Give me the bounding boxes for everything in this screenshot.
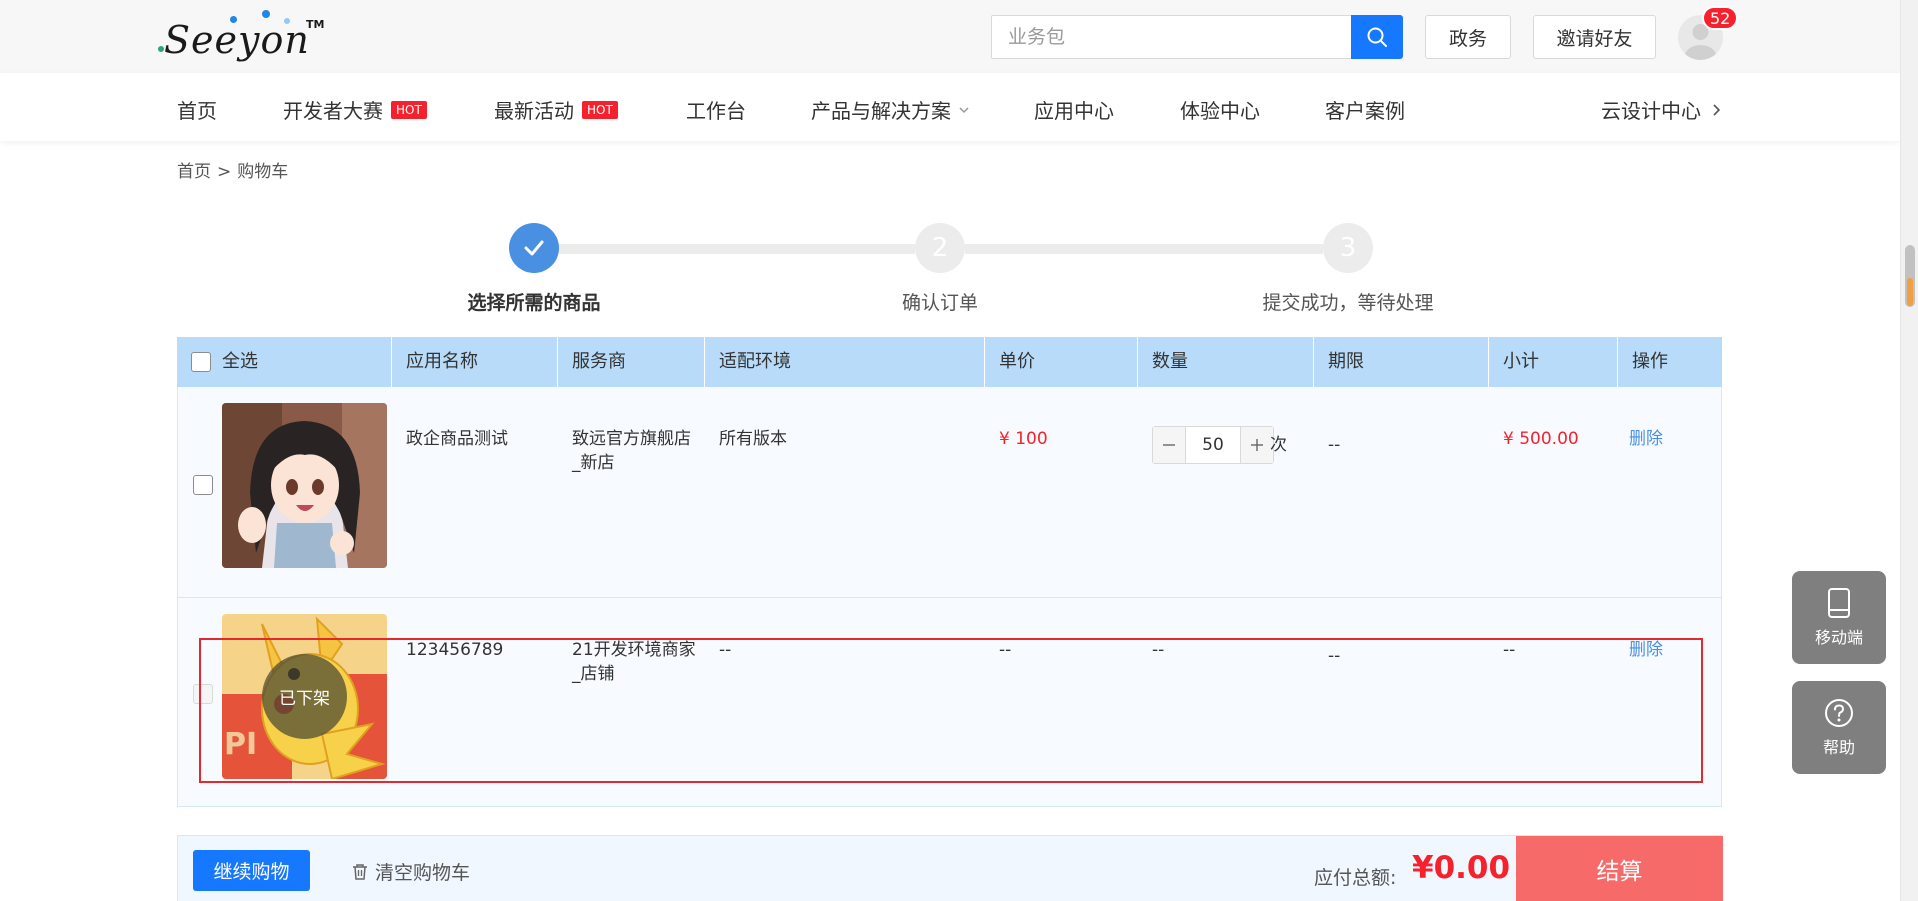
select-all[interactable]: 全选 (191, 337, 391, 387)
column-app-name: 应用名称 (391, 337, 557, 387)
nav-item-customer-cases[interactable]: 客户案例 (1325, 95, 1405, 124)
total-label: 应付总额: (1314, 867, 1397, 889)
minus-icon (1163, 444, 1175, 446)
delete-link[interactable]: 删除 (1629, 427, 1663, 451)
nav-item-app-center[interactable]: 应用中心 (1034, 95, 1114, 124)
step-1-label: 选择所需的商品 (467, 292, 601, 314)
hot-tag: HOT (582, 100, 618, 119)
subtotal-value: ¥ 500.00 (1503, 429, 1579, 449)
question-icon (1825, 698, 1853, 727)
gov-button[interactable]: 政务 (1425, 15, 1511, 59)
clear-cart-button[interactable]: 清空购物车 (351, 858, 470, 885)
nav-item-experience-center[interactable]: 体验中心 (1180, 95, 1260, 124)
column-action: 操作 (1617, 337, 1722, 387)
search-button[interactable] (1351, 15, 1403, 59)
step-connector (965, 244, 1323, 254)
step-connector (558, 244, 915, 254)
nav-item-latest-events[interactable]: 最新活动 HOT (494, 95, 618, 124)
cart-table-header: 全选 应用名称 服务商 适配环境 单价 数量 期限 小计 操作 (177, 337, 1722, 387)
step-1-done (509, 223, 559, 273)
select-all-label: 全选 (222, 351, 258, 372)
quantity-stepper: 50 (1152, 426, 1274, 464)
search-input[interactable] (992, 16, 1352, 58)
column-env: 适配环境 (704, 337, 984, 387)
top-header: Seeyon TM 政务 邀请好友 52 (0, 0, 1900, 73)
cart-footer-bar: 继续购物 清空购物车 应付总额: ¥0.00 结算 (177, 835, 1723, 901)
logo-trademark: TM (306, 18, 325, 31)
column-quantity: 数量 (1137, 337, 1313, 387)
term-value: -- (1328, 435, 1341, 455)
mobile-button[interactable]: 移动端 (1792, 571, 1886, 664)
nav-item-dev-contest[interactable]: 开发者大赛 HOT (283, 95, 427, 124)
logo-text: Seeyon (164, 18, 310, 62)
tablet-icon (1828, 587, 1850, 618)
product-thumbnail[interactable] (222, 403, 387, 568)
checkout-button[interactable]: 结算 (1516, 836, 1723, 901)
column-price: 单价 (984, 337, 1137, 387)
chevron-down-icon (959, 106, 969, 113)
help-button[interactable]: 帮助 (1792, 681, 1886, 774)
highlight-box (199, 638, 1703, 783)
hot-tag: HOT (391, 100, 427, 119)
product-name[interactable]: 政企商品测试 (406, 427, 508, 451)
notification-badge: 52 (1702, 6, 1739, 30)
search-field[interactable] (991, 15, 1353, 59)
trash-icon (353, 863, 367, 880)
chevron-right-icon (1713, 103, 1721, 116)
breadcrumb-home[interactable]: 首页 (177, 162, 211, 182)
logo-dot-icon (262, 10, 270, 18)
breadcrumb: 首页 > 购物车 (177, 157, 294, 182)
check-icon (524, 240, 544, 256)
env-value: 所有版本 (719, 429, 787, 449)
select-all-checkbox[interactable] (191, 352, 211, 372)
plus-icon (1251, 439, 1263, 451)
nav-item-home[interactable]: 首页 (177, 95, 217, 124)
nav-item-workbench[interactable]: 工作台 (686, 95, 746, 124)
vendor-name[interactable]: 致远官方旗舰店 _新店 (572, 427, 691, 475)
step-3-label: 提交成功，等待处理 (1262, 292, 1434, 314)
seeyon-logo[interactable]: Seeyon TM (158, 10, 328, 62)
breadcrumb-separator: > (217, 162, 232, 182)
decrement-button[interactable] (1153, 427, 1185, 463)
column-term: 期限 (1313, 337, 1488, 387)
table-row: 政企商品测试 致远官方旗舰店 _新店 所有版本 ¥ 100 50 次 -- ¥ … (178, 387, 1721, 597)
scroll-marker (1907, 278, 1913, 306)
step-2: 2 (915, 223, 965, 273)
nav-item-cloud-design[interactable]: 云设计中心 (1601, 95, 1723, 124)
anime-girl-image-icon (222, 403, 387, 568)
row-checkbox[interactable] (193, 475, 213, 495)
page-scrollbar[interactable] (1900, 0, 1918, 901)
breadcrumb-current: 购物车 (237, 162, 289, 182)
search-icon (1367, 27, 1387, 47)
step-2-label: 确认订单 (901, 292, 978, 314)
quantity-value[interactable]: 50 (1185, 427, 1241, 463)
step-3: 3 (1323, 223, 1373, 273)
unit-price: ¥ 100 (999, 429, 1048, 449)
invite-friends-button[interactable]: 邀请好友 (1533, 15, 1656, 59)
main-nav: 首页 开发者大赛 HOT 最新活动 HOT 工作台 产品与解决方案 应用中心 体验中… (0, 73, 1900, 141)
increment-button[interactable] (1241, 427, 1273, 463)
nav-item-products[interactable]: 产品与解决方案 (811, 95, 971, 124)
column-vendor: 服务商 (557, 337, 704, 387)
quantity-unit: 次 (1270, 435, 1287, 455)
continue-shopping-button[interactable]: 继续购物 (193, 850, 310, 891)
total-value: ¥0.00 (1412, 850, 1511, 886)
column-subtotal: 小计 (1488, 337, 1617, 387)
